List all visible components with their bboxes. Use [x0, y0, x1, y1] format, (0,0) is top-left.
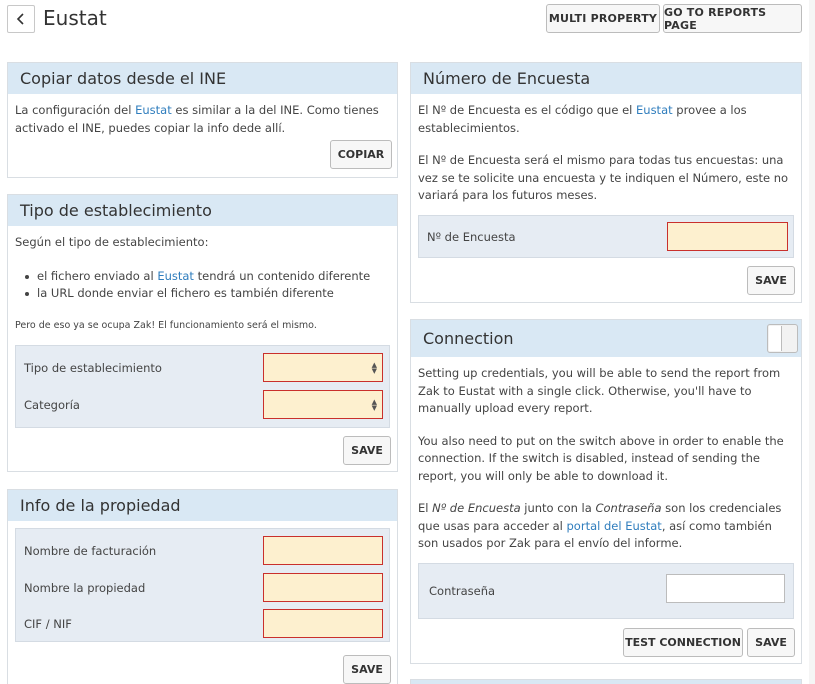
scrollbar[interactable] — [809, 0, 815, 684]
connection-panel: Connection Setting up credentials, you w… — [410, 319, 802, 664]
survey-note: El Nº de Encuesta será el mismo para tod… — [418, 153, 789, 202]
category-label: Categoría — [24, 398, 80, 412]
select-arrows-icon: ▲ ▼ — [371, 397, 377, 412]
save-button[interactable]: SAVE — [343, 436, 391, 465]
property-panel: Info de la propiedad Nombre de facturaci… — [7, 489, 398, 684]
select-arrows-icon: ▲ ▼ — [371, 360, 377, 375]
property-title: Info de la propiedad — [8, 490, 397, 521]
toggle-knob — [769, 326, 782, 351]
eustat-portal-link[interactable]: portal del Eustat — [567, 519, 662, 533]
establishment-form: Tipo de establecimiento ▲ ▼ Categoría ▲ ▼ — [15, 345, 390, 428]
connection-switch-note: You also need to put on the switch above… — [418, 433, 784, 483]
connection-title: Connection — [411, 320, 801, 357]
connection-form: Contraseña — [418, 563, 794, 619]
password-label: Contraseña — [429, 584, 496, 598]
establishment-note: Pero de eso ya se ocupa Zak! El funciona… — [15, 319, 317, 331]
go-to-reports-button[interactable]: GO TO REPORTS PAGE — [663, 4, 802, 33]
establishment-title: Tipo de establecimiento — [8, 195, 397, 226]
password-field[interactable] — [666, 574, 785, 603]
cif-nif-label: CIF / NIF — [24, 617, 72, 631]
list-item: el fichero enviado al Eustat tendrá un c… — [25, 268, 390, 286]
connection-toggle-switch[interactable] — [767, 324, 798, 353]
save-button[interactable]: SAVE — [747, 266, 795, 295]
eustat-link[interactable]: Eustat — [135, 103, 172, 117]
survey-number-title: Número de Encuesta — [411, 63, 801, 94]
establishment-panel: Tipo de establecimiento Según el tipo de… — [7, 194, 398, 472]
property-name-field[interactable] — [263, 573, 383, 602]
page-title: Eustat — [43, 6, 107, 30]
property-form: Nombre de facturación Nombre la propieda… — [15, 528, 390, 642]
property-name-label: Nombre la propiedad — [24, 581, 146, 595]
survey-number-field[interactable] — [667, 222, 788, 251]
survey-form: Nº de Encuesta — [418, 215, 794, 258]
survey-description: El Nº de Encuesta es el código que el Eu… — [418, 103, 747, 135]
eustat-link[interactable]: Eustat — [636, 103, 673, 117]
establishment-type-label: Tipo de establecimiento — [24, 361, 162, 375]
category-select[interactable]: ▲ ▼ — [263, 390, 383, 419]
establishment-bullets: el fichero enviado al Eustat tendrá un c… — [15, 268, 390, 303]
save-button[interactable]: SAVE — [747, 628, 795, 657]
cif-nif-field[interactable] — [263, 609, 383, 638]
multi-property-button[interactable]: MULTI PROPERTY — [546, 4, 660, 33]
save-button[interactable]: SAVE — [343, 655, 391, 684]
billing-name-field[interactable] — [263, 536, 383, 565]
copy-button[interactable]: COPIAR — [330, 140, 392, 169]
billing-name-label: Nombre de facturación — [24, 544, 157, 558]
top-bar: Eustat MULTI PROPERTY GO TO REPORTS PAGE — [0, 0, 815, 40]
copy-ine-title: Copiar datos desde el INE — [8, 63, 397, 94]
test-connection-button[interactable]: TEST CONNECTION — [623, 628, 743, 657]
chevron-left-icon — [16, 13, 24, 25]
copy-ine-panel: Copiar datos desde el INE La configuraci… — [7, 62, 398, 178]
list-item: la URL donde enviar el fichero es tambié… — [25, 285, 390, 303]
connection-credentials-note: El Nº de Encuesta junto con la Contraseñ… — [418, 501, 782, 550]
back-button[interactable] — [7, 5, 35, 33]
connection-description: Setting up credentials, you will be able… — [418, 366, 781, 415]
eustat-link[interactable]: Eustat — [157, 269, 194, 283]
next-panel-edge — [410, 679, 802, 684]
establishment-type-select[interactable]: ▲ ▼ — [263, 353, 383, 382]
copy-ine-description: La configuración del Eustat es similar a… — [15, 103, 379, 135]
survey-number-panel: Número de Encuesta El Nº de Encuesta es … — [410, 62, 802, 303]
survey-number-label: Nº de Encuesta — [427, 230, 516, 244]
establishment-intro: Según el tipo de establecimiento: — [15, 235, 209, 249]
